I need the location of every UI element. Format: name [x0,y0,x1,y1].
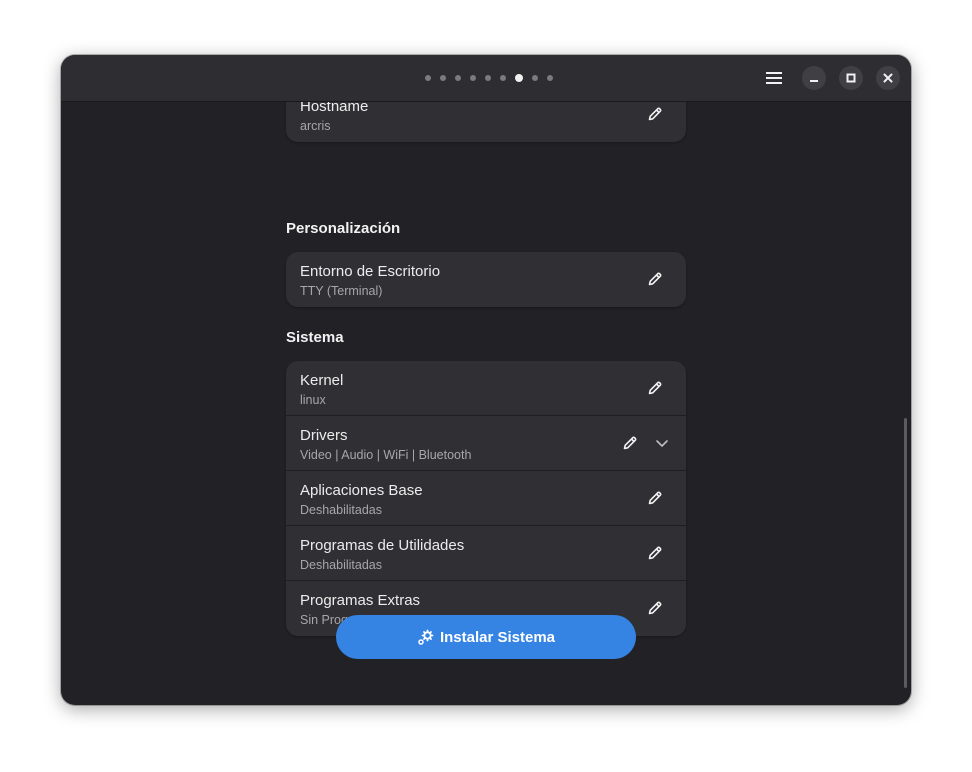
drivers-row[interactable]: Drivers Video | Audio | WiFi | Bluetooth [286,416,686,471]
drivers-value: Video | Audio | WiFi | Bluetooth [300,448,472,462]
system-group: Kernel linux Drivers Video | Audio | WiF… [286,361,686,636]
kernel-title: Kernel [300,372,344,389]
maximize-button[interactable] [839,66,863,90]
install-system-button[interactable]: Instalar Sistema [336,615,636,659]
header-bar [61,55,911,102]
hamburger-menu-icon [766,72,782,84]
base-apps-row[interactable]: Aplicaciones Base Deshabilitadas [286,471,686,526]
hostname-value: arcris [300,119,331,133]
pencil-icon [623,436,637,450]
page-dot-1[interactable] [425,75,431,81]
expand-drivers-button[interactable] [652,433,672,453]
page-dot-7-current[interactable] [515,74,523,82]
page-dot-3[interactable] [455,75,461,81]
hostname-title: Hostname [300,102,369,115]
pencil-icon [648,546,662,560]
kernel-row[interactable]: Kernel linux [286,361,686,416]
page-dot-4[interactable] [470,75,476,81]
pencil-icon [648,601,662,615]
edit-hostname-button[interactable] [644,103,666,125]
pencil-icon [648,272,662,286]
system-heading: Sistema [286,329,344,346]
extra-programs-title: Programas Extras [300,592,421,609]
edit-drivers-button[interactable] [619,432,641,454]
close-icon [883,73,893,83]
minimize-button[interactable] [802,66,826,90]
scroll-content[interactable]: Hostname arcris Personalización Entorno … [61,102,911,705]
page-indicator [425,74,553,82]
desktop-environment-value: TTY (Terminal) [300,284,383,298]
utilities-title: Programas de Utilidades [300,537,465,554]
page-dot-9[interactable] [547,75,553,81]
base-apps-title: Aplicaciones Base [300,482,423,499]
utilities-value: Deshabilitadas [300,558,382,572]
close-button[interactable] [876,66,900,90]
utilities-row[interactable]: Programas de Utilidades Deshabilitadas [286,526,686,581]
installer-window: Hostname arcris Personalización Entorno … [61,55,911,705]
page-dot-2[interactable] [440,75,446,81]
hostname-row[interactable]: Hostname arcris [286,102,686,142]
chevron-down-icon [656,440,668,447]
page-dot-5[interactable] [485,75,491,81]
edit-desktop-environment-button[interactable] [644,268,666,290]
page-dot-6[interactable] [500,75,506,81]
install-system-label: Instalar Sistema [439,628,556,646]
vertical-scrollbar[interactable] [904,418,907,688]
personalization-heading: Personalización [286,220,401,237]
pencil-icon [648,107,662,121]
gears-icon [418,629,434,645]
pencil-icon [648,381,662,395]
personalization-group: Entorno de Escritorio TTY (Terminal) [286,252,686,307]
edit-extra-programs-button[interactable] [644,597,666,619]
edit-kernel-button[interactable] [644,377,666,399]
pencil-icon [648,491,662,505]
desktop-environment-row[interactable]: Entorno de Escritorio TTY (Terminal) [286,252,686,307]
main-menu-button[interactable] [762,66,786,90]
kernel-value: linux [300,393,326,407]
minimize-icon [810,80,818,82]
edit-utilities-button[interactable] [644,542,666,564]
page-dot-8[interactable] [532,75,538,81]
base-apps-value: Deshabilitadas [300,503,382,517]
hostname-group: Hostname arcris [286,102,686,142]
drivers-title: Drivers [300,427,348,444]
maximize-icon [846,73,856,83]
desktop-environment-title: Entorno de Escritorio [300,263,441,280]
edit-base-apps-button[interactable] [644,487,666,509]
